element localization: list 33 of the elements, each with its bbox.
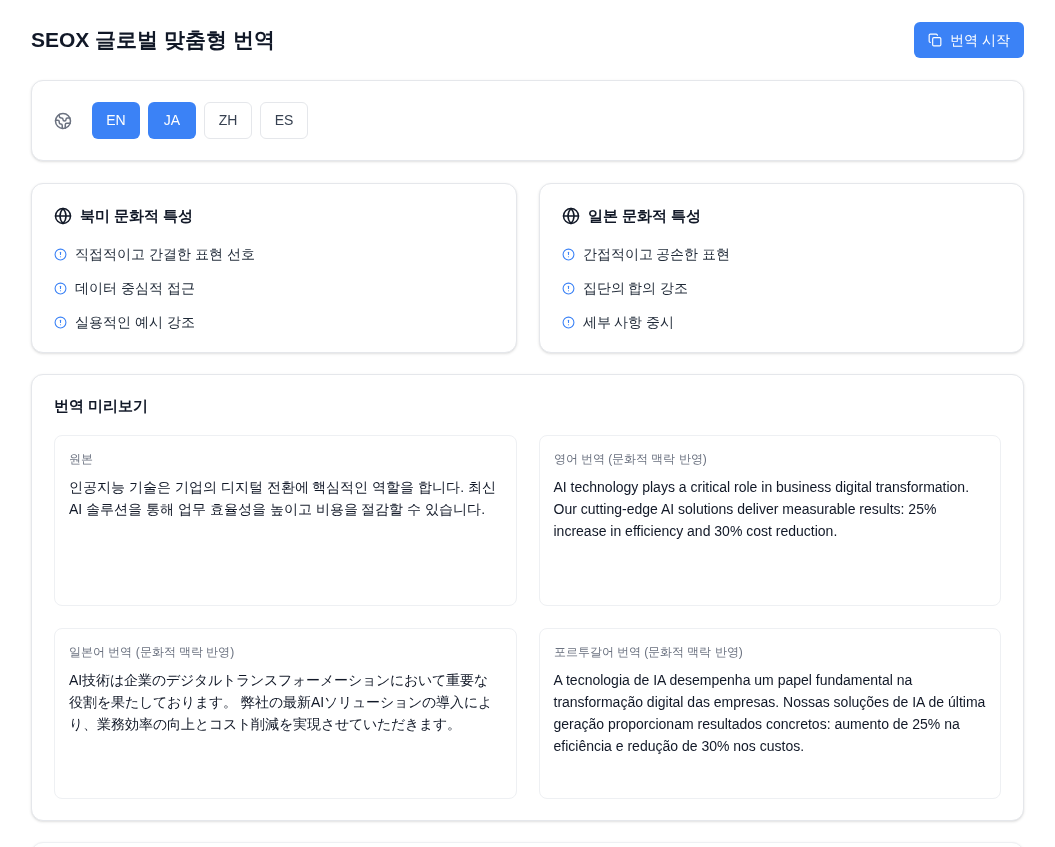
page-title: SEOX 글로벌 맞춤형 번역 <box>31 27 275 54</box>
trait-text: 세부 사항 중시 <box>582 312 675 332</box>
panel-label: 원본 <box>69 450 94 468</box>
language-toggle[interactable]: ZH <box>204 102 252 139</box>
panel-label: 영어 번역 (문화적 맥락 반영) <box>553 450 708 468</box>
preview-title: 번역 미리보기 <box>54 396 150 416</box>
trait-text: 실용적인 예시 강조 <box>75 312 195 332</box>
info-icon <box>54 247 67 261</box>
language-toggle[interactable]: EN <box>92 102 140 139</box>
start-translation-button[interactable]: 번역 시작 <box>914 22 1024 58</box>
panel-text: AI technology plays a critical role in business digital transformation. Our cutting-edge AI solutions deliver measurable results: 25% increase in efficiency and 30% cost reduction. <box>553 477 971 541</box>
language-toggle[interactable]: JA <box>148 102 196 139</box>
panel-label: 포르투갈어 번역 (문화적 맥락 반영) <box>553 643 744 661</box>
panel-text: AI技術は企業のデジタルトランスフォーメーションにおいて重要な役割を果たしております。 弊社の最新AIソリューションの導入により、業務効率の向上とコスト削減を実現させていただきます。 <box>69 670 494 734</box>
panel-text: A tecnologia de IA desempenha um papel fundamental na transformação digital das empresas. Nossas soluções de IA de última geração proporcionam resultados concretos: aumento de 25% na eficiência e redução de 30% nos custos. <box>553 670 986 756</box>
card-title: 북미 문화적 특성 <box>80 206 194 226</box>
globe-icon <box>54 111 72 130</box>
globe-icon <box>561 207 580 226</box>
trait-text: 데이터 중심적 접근 <box>75 278 195 298</box>
trait-text: 집단의 합의 강조 <box>582 278 689 298</box>
language-toggle[interactable]: ES <box>260 102 308 139</box>
info-icon <box>54 281 67 295</box>
trait-text: 직접적이고 간결한 표현 선호 <box>75 244 255 264</box>
info-icon <box>561 247 575 261</box>
info-icon <box>54 315 67 329</box>
info-icon <box>561 315 575 329</box>
card-title: 일본 문화적 특성 <box>587 206 701 226</box>
panel-label: 일본어 번역 (문화적 맥락 반영) <box>69 643 236 661</box>
globe-icon <box>54 207 72 226</box>
copy-icon <box>928 33 943 47</box>
info-icon <box>561 281 575 295</box>
trait-text: 간접적이고 공손한 표현 <box>582 244 731 264</box>
panel-text: 인공지능 기술은 기업의 디지털 전환에 핵심적인 역할을 합니다. 최신 AI 솔루션을 통해 업무 효율성을 높이고 비용을 절감할 수 있습니다. <box>69 477 497 519</box>
